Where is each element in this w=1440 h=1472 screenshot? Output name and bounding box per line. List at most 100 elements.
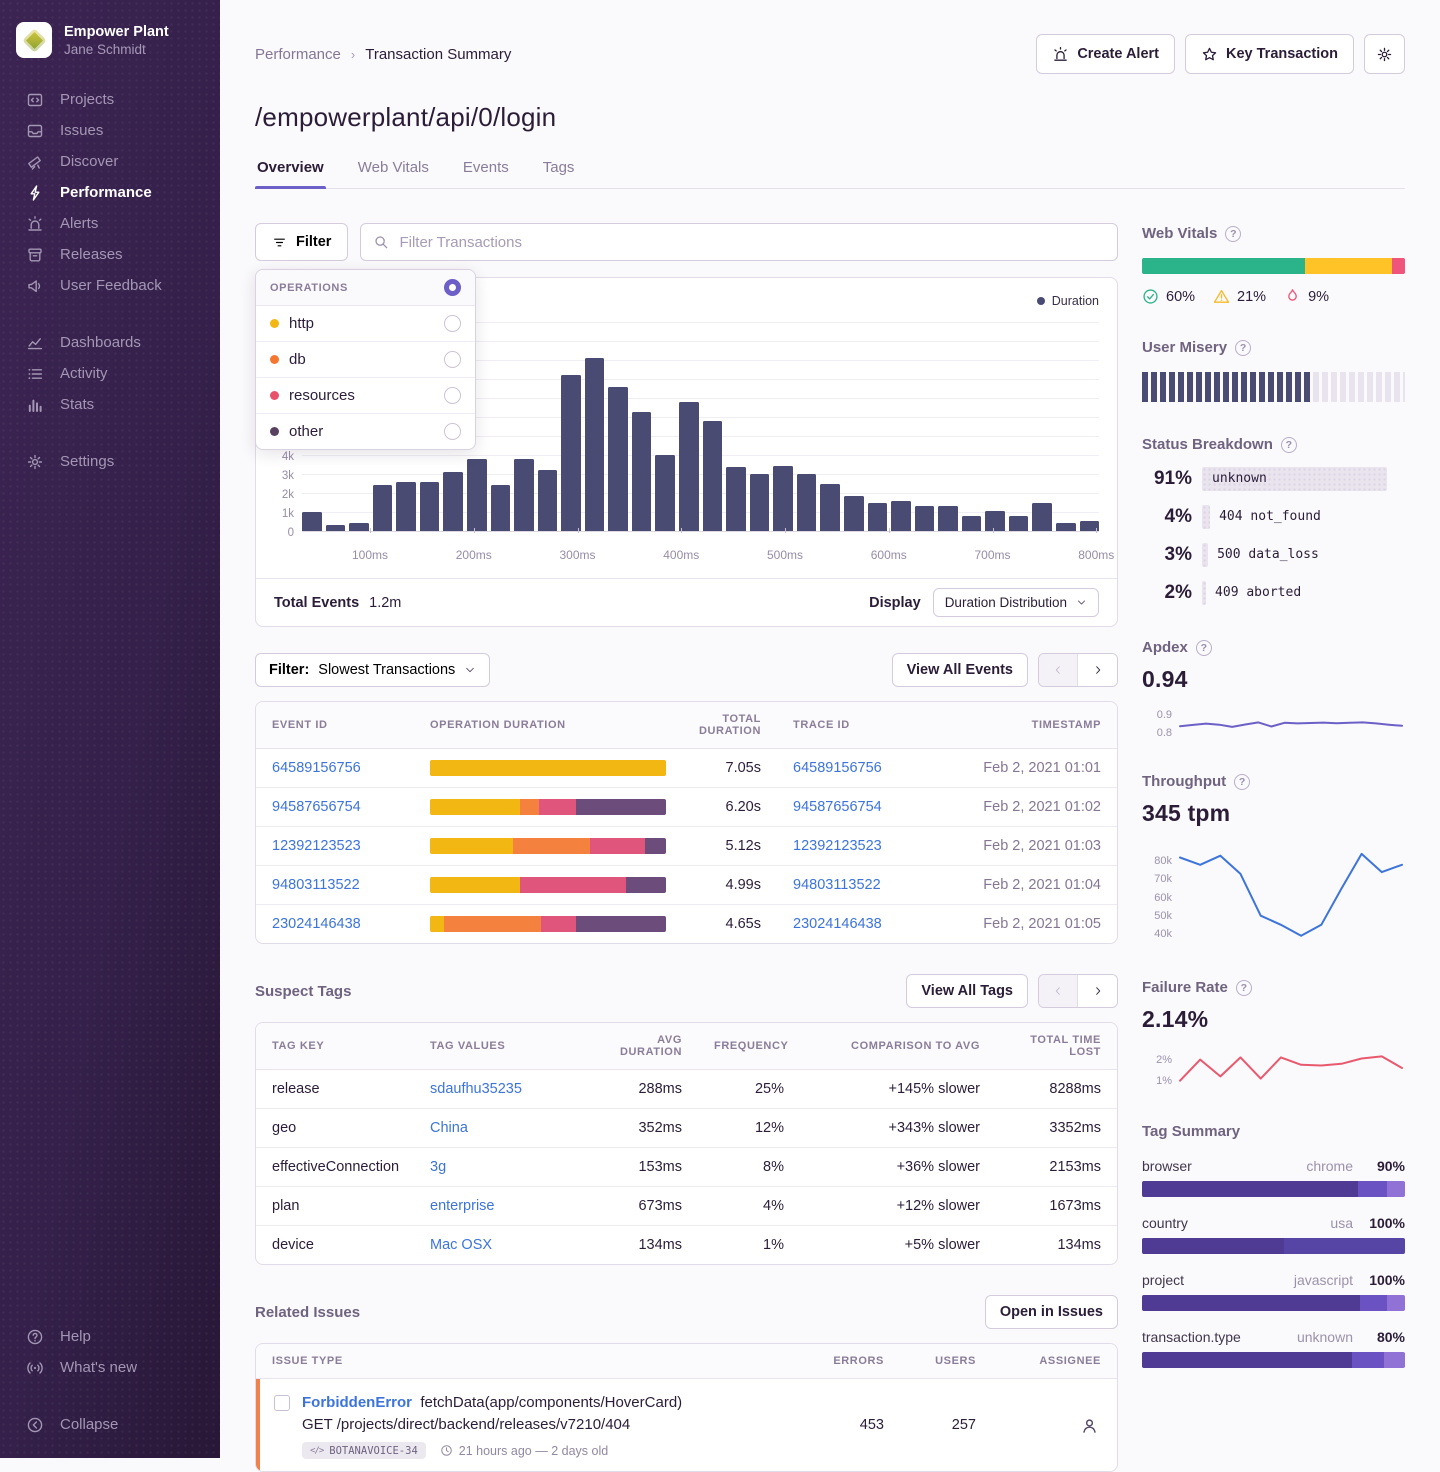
timestamp: Feb 2, 2021 01:05 (929, 905, 1117, 943)
operation-option-resources[interactable]: resources (256, 378, 475, 414)
open-in-issues-button[interactable]: Open in Issues (985, 1295, 1118, 1329)
event-id-link[interactable]: 94803113522 (256, 866, 414, 904)
tag-summary-row: browserchrome90% (1142, 1158, 1405, 1197)
clock-icon (440, 1444, 453, 1457)
sidebar-item-issues[interactable]: Issues (0, 115, 220, 146)
pager-next-button[interactable] (1078, 654, 1117, 686)
status-percent: 4% (1142, 506, 1192, 528)
web-vitals-section: Web Vitals ? 60%21%9% (1142, 225, 1405, 305)
trace-id-link[interactable]: 64589156756 (777, 749, 929, 787)
sidebar-item-alerts[interactable]: Alerts (0, 208, 220, 239)
sidebar-item-discover[interactable]: Discover (0, 146, 220, 177)
issue-checkbox[interactable] (274, 1395, 290, 1411)
filter-button[interactable]: Filter (255, 223, 348, 261)
avg-duration: 134ms (576, 1226, 698, 1264)
view-all-tags-button[interactable]: View All Tags (906, 974, 1028, 1008)
tab-overview[interactable]: Overview (255, 159, 326, 188)
search-input[interactable] (399, 234, 1105, 251)
operation-option-db[interactable]: db (256, 342, 475, 378)
trace-id-link[interactable]: 23024146438 (777, 905, 929, 943)
trace-id-link[interactable]: 12392123523 (777, 827, 929, 865)
operations-dropdown-header[interactable]: OPERATIONS (256, 270, 475, 306)
tag-summary-bar (1142, 1295, 1405, 1311)
sidebar-item-settings[interactable]: Settings (0, 446, 220, 477)
pager-next-button[interactable] (1078, 975, 1117, 1007)
y-axis-label: 2k (268, 489, 294, 501)
tab-events[interactable]: Events (461, 159, 511, 188)
sidebar-item-projects[interactable]: Projects (0, 84, 220, 115)
status-breakdown-row: 4% 404 not_found (1142, 505, 1405, 529)
sidebar-item-dashboards[interactable]: Dashboards (0, 327, 220, 358)
pager-prev-button[interactable] (1039, 975, 1078, 1007)
person-icon[interactable] (1080, 1416, 1099, 1435)
tab-tags[interactable]: Tags (541, 159, 577, 188)
org-switcher[interactable]: Empower Plant Jane Schmidt (0, 0, 220, 84)
event-id-link[interactable]: 12392123523 (256, 827, 414, 865)
status-percent: 2% (1142, 582, 1192, 604)
tag-value-link[interactable]: China (414, 1109, 576, 1147)
status-label: 404 not_found (1219, 509, 1321, 524)
suspect-tags-header: Suspect Tags View All Tags (255, 974, 1118, 1008)
help-tooltip-icon[interactable]: ? (1236, 980, 1252, 996)
sparkline-svg (1178, 841, 1404, 945)
operation-label: resources (289, 387, 434, 404)
trace-id-link[interactable]: 94587656754 (777, 788, 929, 826)
pager-prev-button[interactable] (1039, 654, 1078, 686)
column-header: ISSUE TYPE (256, 1344, 810, 1378)
sidebar-item-collapse[interactable]: Collapse (0, 1409, 220, 1440)
total-time-lost: 1673ms (996, 1187, 1117, 1225)
other-color-dot (270, 427, 279, 436)
tab-web-vitals[interactable]: Web Vitals (356, 159, 431, 188)
operation-radio[interactable] (444, 315, 461, 332)
display-select[interactable]: Duration Distribution (933, 588, 1099, 617)
event-id-link[interactable]: 94587656754 (256, 788, 414, 826)
operation-option-other[interactable]: other (256, 414, 475, 449)
event-id-link[interactable]: 64589156756 (256, 749, 414, 787)
sidebar-item-activity[interactable]: Activity (0, 358, 220, 389)
x-axis-label: 300ms (560, 548, 596, 562)
issue-description: GET /projects/direct/backend/releases/v7… (302, 1416, 682, 1433)
help-tooltip-icon[interactable]: ? (1281, 437, 1297, 453)
tag-value-link[interactable]: sdaufhu35235 (414, 1070, 576, 1108)
tag-value-link[interactable]: enterprise (414, 1187, 576, 1225)
operation-radio[interactable] (444, 387, 461, 404)
operations-all-radio[interactable] (444, 279, 461, 296)
web-vitals-legend-item: 21% (1213, 288, 1266, 305)
column-header: ERRORS (810, 1344, 900, 1378)
event-id-link[interactable]: 23024146438 (256, 905, 414, 943)
operation-radio[interactable] (444, 351, 461, 368)
sidebar-item-releases[interactable]: Releases (0, 239, 220, 270)
tag-key: browser (1142, 1158, 1192, 1174)
view-all-events-button[interactable]: View All Events (892, 653, 1028, 687)
tag-value-link[interactable]: 3g (414, 1148, 576, 1186)
sidebar-item-label: Discover (60, 153, 118, 170)
status-breakdown-title: Status Breakdown (1142, 436, 1273, 453)
operation-radio[interactable] (444, 423, 461, 440)
breadcrumb-performance[interactable]: Performance (255, 46, 341, 63)
create-alert-button[interactable]: Create Alert (1036, 34, 1175, 74)
settings-gear-button[interactable] (1364, 34, 1405, 74)
help-tooltip-icon[interactable]: ? (1225, 226, 1241, 242)
comparison-to-avg: +12% slower (800, 1187, 996, 1225)
help-tooltip-icon[interactable]: ? (1235, 340, 1251, 356)
avg-duration: 352ms (576, 1109, 698, 1147)
chevron-right-icon (1092, 664, 1104, 676)
help-tooltip-icon[interactable]: ? (1234, 774, 1250, 790)
help-tooltip-icon[interactable]: ? (1196, 640, 1212, 656)
chart-legend[interactable]: Duration (1037, 294, 1099, 308)
operation-option-http[interactable]: http (256, 306, 475, 342)
sidebar-item-user-feedback[interactable]: User Feedback (0, 270, 220, 301)
sidebar-item-stats[interactable]: Stats (0, 389, 220, 420)
trace-id-link[interactable]: 94803113522 (777, 866, 929, 904)
sidebar-item-performance[interactable]: Performance (0, 177, 220, 208)
operation-duration-bar (430, 877, 666, 893)
issue-type-link[interactable]: ForbiddenError (302, 1394, 412, 1411)
sidebar-item-help[interactable]: Help (0, 1321, 220, 1352)
tag-value-link[interactable]: Mac OSX (414, 1226, 576, 1264)
key-transaction-button[interactable]: Key Transaction (1185, 34, 1354, 74)
axis-tick-label: 0.9 (1142, 709, 1172, 721)
column-header: USERS (900, 1344, 992, 1378)
sidebar-item-what-s-new[interactable]: What's new (0, 1352, 220, 1383)
events-filter-select[interactable]: Filter: Slowest Transactions (255, 653, 490, 687)
x-axis-tick (370, 528, 371, 533)
